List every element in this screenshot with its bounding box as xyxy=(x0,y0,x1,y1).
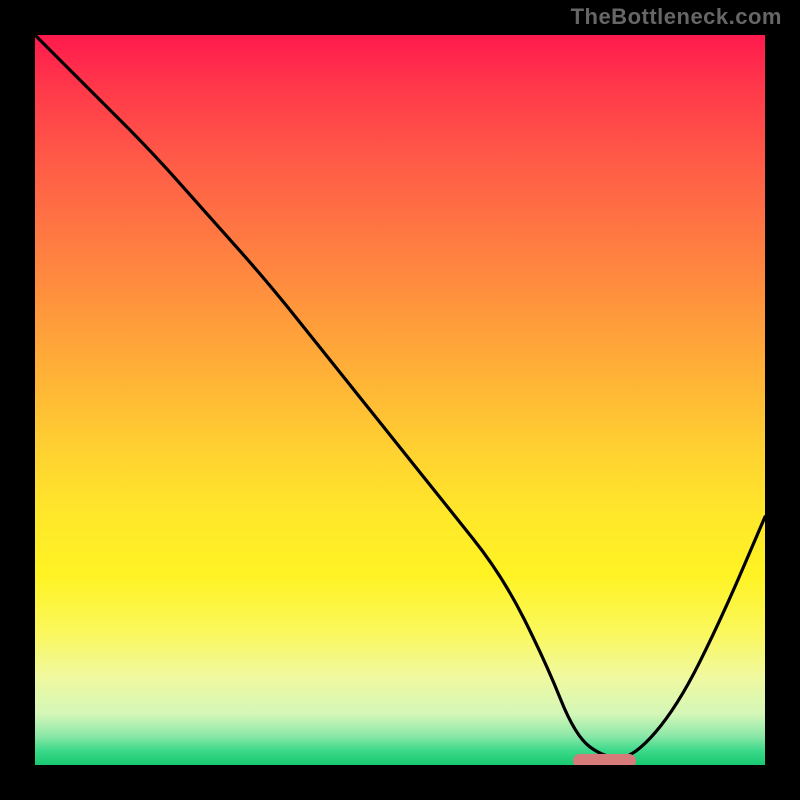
watermark-text: TheBottleneck.com xyxy=(571,4,782,30)
optimal-range-marker xyxy=(573,754,635,765)
background-gradient xyxy=(35,35,765,765)
chart-plot-area xyxy=(35,35,765,765)
